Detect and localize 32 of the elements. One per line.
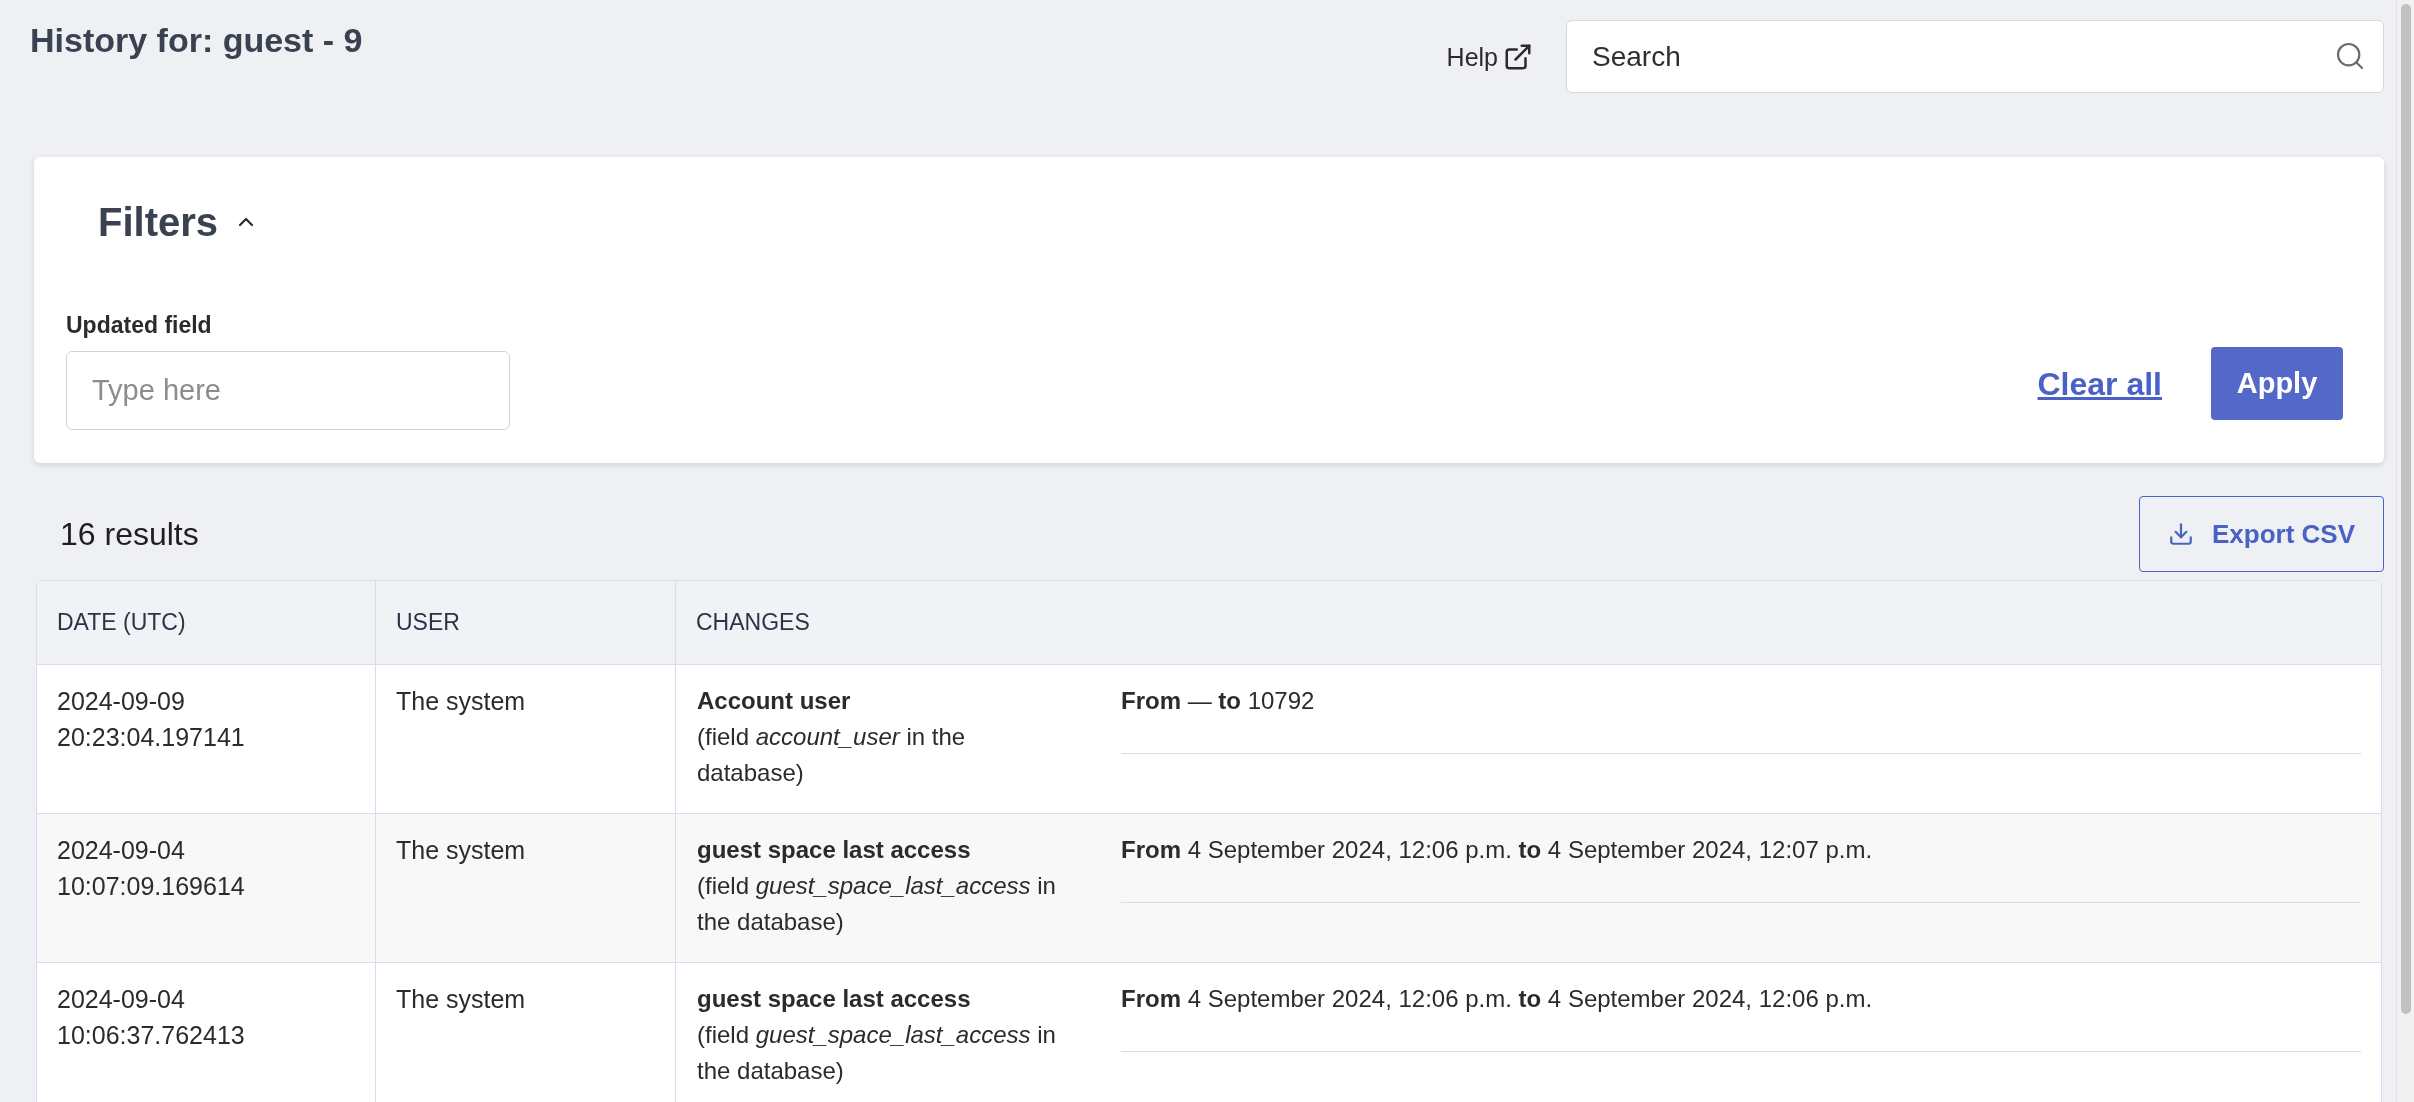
field-name: guest space last access: [697, 984, 972, 1014]
help-link[interactable]: Help: [1446, 41, 1533, 72]
change-text: From — to 10792: [1121, 686, 1316, 716]
search-icon: [2334, 40, 2366, 72]
text-input[interactable]: Type here: [66, 351, 510, 430]
field-description: (field guest_space_last_access in the database): [697, 1020, 1057, 1086]
export-csv-button[interactable]: Export CSV: [2139, 496, 2384, 572]
apply-button[interactable]: Apply: [2211, 347, 2343, 420]
search-field[interactable]: Search: [1566, 20, 2384, 93]
field-description: (field guest_space_last_access in the database): [697, 871, 1057, 937]
date-cell-text: 2024-09-09 20:23:04.197141: [56, 686, 246, 753]
field-name: Account user: [697, 686, 852, 716]
column-header: CHANGES: [675, 581, 2381, 664]
column-header: USER: [375, 581, 675, 664]
change-text: From 4 September 2024, 12:06 p.m. to 4 September 2024, 12:06 p.m.: [1121, 984, 1874, 1014]
field-label: Updated field: [66, 311, 213, 340]
page-title: History for: guest - 9: [30, 20, 363, 60]
user-cell: The system: [375, 963, 675, 1102]
filters-toggle[interactable]: Filters: [98, 197, 259, 247]
user-cell: The system: [375, 814, 675, 962]
date-cell-text: 2024-09-04 10:07:09.169614: [56, 835, 246, 902]
user-cell: The system: [375, 665, 675, 813]
field-description: (field account_user in the database): [697, 722, 967, 788]
column-header: DATE (UTC): [56, 608, 187, 638]
clear-all-link[interactable]: Clear all: [2037, 363, 2162, 404]
results-count: 16 results: [59, 515, 199, 554]
download-icon: [2168, 521, 2194, 547]
date-cell-text: 2024-09-04 10:06:37.762413: [56, 984, 246, 1051]
scrollbar-thumb[interactable]: [2400, 4, 2411, 1014]
field-name: guest space last access: [697, 835, 972, 865]
external-link-icon: [1503, 41, 1533, 72]
change-text: From 4 September 2024, 12:06 p.m. to 4 September 2024, 12:07 p.m.: [1121, 835, 1874, 865]
